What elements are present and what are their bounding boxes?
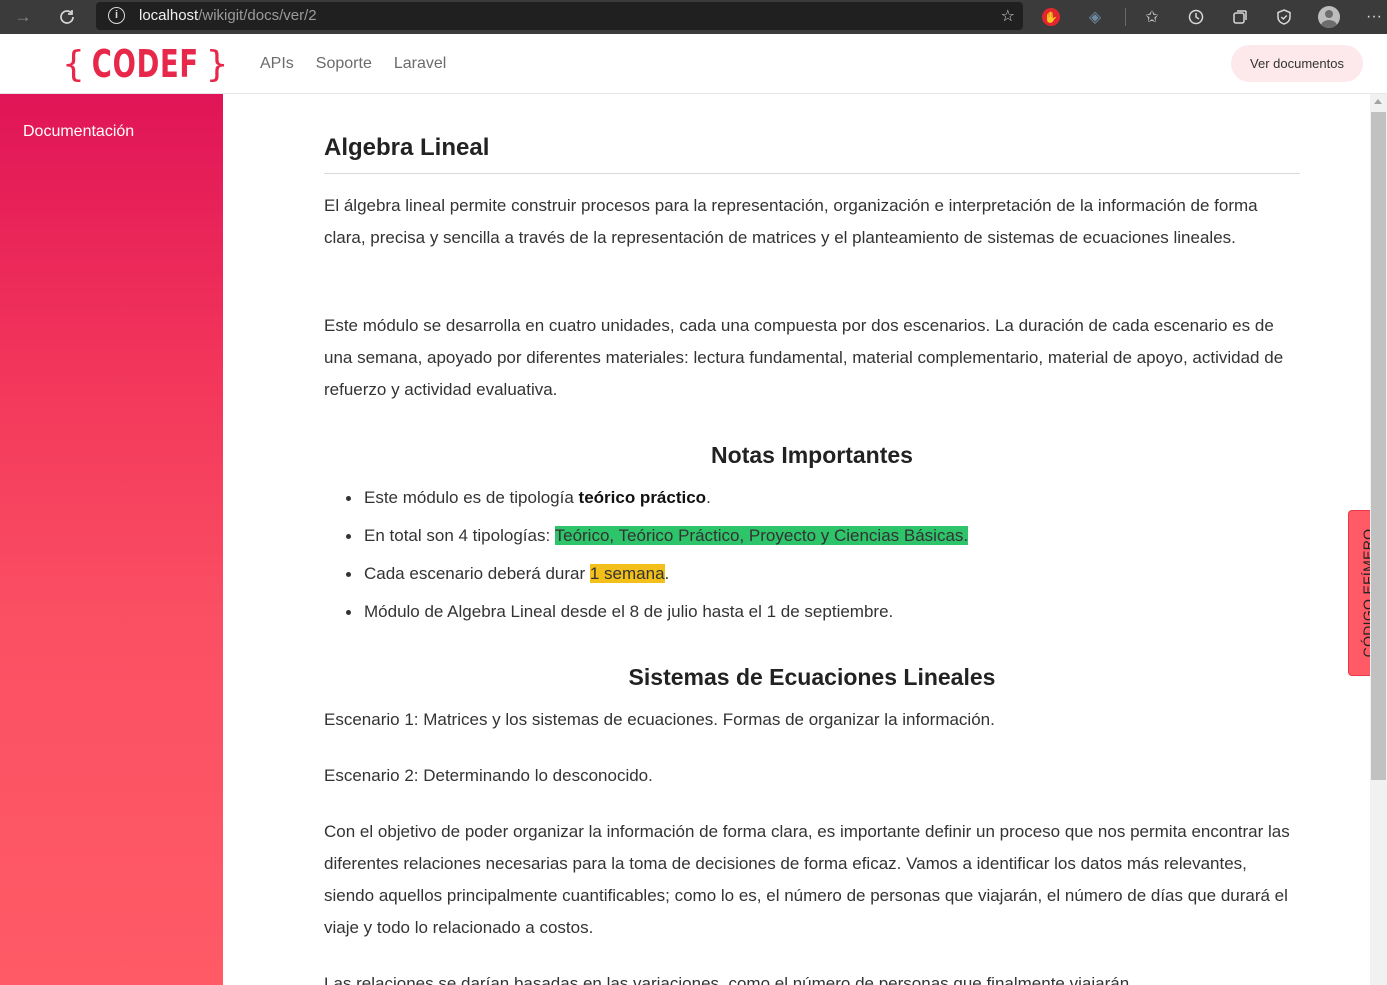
address-bar[interactable]: i localhost/wikigit/docs/ver/2 ☆ bbox=[96, 2, 1023, 30]
escenario-2: Escenario 2: Determinando lo desconocido… bbox=[324, 766, 653, 785]
sistemas-heading: Sistemas de Ecuaciones Lineales bbox=[628, 664, 996, 690]
list-item: Cada escenario deberá durar 1 semana. bbox=[345, 558, 968, 596]
page-scrollbar[interactable] bbox=[1370, 94, 1387, 985]
codef-logo[interactable]: { CODEF } bbox=[62, 38, 228, 90]
site-info-icon[interactable]: i bbox=[108, 7, 125, 24]
logo-text: CODEF bbox=[91, 42, 199, 86]
nav-apis[interactable]: APIs bbox=[260, 55, 294, 73]
logo-brace-right: } bbox=[205, 43, 229, 85]
nav-laravel[interactable]: Laravel bbox=[394, 55, 446, 73]
notas-heading: Notas Importantes bbox=[711, 442, 913, 468]
notas-list: Este módulo es de tipología teórico prác… bbox=[345, 482, 969, 634]
modulo-paragraph: Este módulo se desarrolla en cuatro unid… bbox=[324, 316, 1284, 399]
relaciones-paragraph: Las relaciones se darían basadas en las … bbox=[324, 974, 1130, 985]
list-item: En total son 4 tipologías: Teórico, Teór… bbox=[345, 520, 969, 558]
intro-paragraph: El álgebra lineal permite construir proc… bbox=[324, 196, 1258, 247]
note-text: Módulo de Algebra Lineal desde el 8 de j… bbox=[364, 602, 894, 621]
toolbar-divider bbox=[1125, 8, 1126, 26]
note-highlight-green: Teórico, Teórico Práctico, Proyecto y Ci… bbox=[554, 526, 969, 545]
browser-toolbar: → i localhost/wikigit/docs/ver/2 ☆ ✋ ◈ ✩… bbox=[0, 0, 1387, 34]
page-title: Algebra Lineal bbox=[324, 134, 490, 161]
collections-icon[interactable] bbox=[1226, 0, 1254, 34]
list-item: Este módulo es de tipología teórico prác… bbox=[345, 482, 968, 520]
logo-brace-left: { bbox=[62, 43, 85, 85]
sidebar: Documentación bbox=[0, 94, 223, 985]
note-text: Cada escenario deberá durar bbox=[364, 564, 590, 583]
browser-essentials-icon[interactable] bbox=[1270, 0, 1298, 34]
title-divider bbox=[324, 173, 1300, 174]
nav-soporte[interactable]: Soporte bbox=[316, 55, 372, 73]
extension-icon[interactable]: ◈ bbox=[1081, 0, 1109, 34]
profile-avatar-icon[interactable] bbox=[1315, 0, 1343, 34]
note-highlight-yellow: 1 semana bbox=[589, 564, 665, 583]
escenario-1: Escenario 1: Matrices y los sistemas de … bbox=[324, 710, 995, 729]
note-text: . bbox=[706, 488, 711, 507]
back-arrow-icon[interactable]: → bbox=[8, 0, 38, 34]
scrollbar-thumb[interactable] bbox=[1371, 112, 1386, 780]
url-path: /wikigit/docs/ver/2 bbox=[198, 7, 317, 24]
sidebar-item-documentacion[interactable]: Documentación bbox=[23, 123, 134, 141]
url-host: localhost bbox=[139, 7, 199, 24]
add-favorite-icon[interactable]: ☆ bbox=[1001, 6, 1015, 26]
ver-documentos-button[interactable]: Ver documentos bbox=[1231, 45, 1363, 82]
list-item: Módulo de Algebra Lineal desde el 8 de j… bbox=[345, 596, 968, 634]
extension-red-icon[interactable]: ✋ bbox=[1037, 0, 1065, 34]
objetivo-paragraph: Con el objetivo de poder organizar la in… bbox=[324, 822, 1290, 937]
note-bold: teórico práctico bbox=[578, 488, 707, 507]
note-text: Este módulo es de tipología bbox=[364, 488, 579, 507]
note-text: . bbox=[664, 564, 670, 583]
top-nav: APIs Soporte Laravel bbox=[260, 34, 468, 94]
url-text[interactable]: localhost/wikigit/docs/ver/2 bbox=[139, 7, 317, 24]
reload-icon[interactable] bbox=[52, 0, 82, 34]
more-menu-icon[interactable]: ··· bbox=[1360, 0, 1387, 34]
note-text: En total son 4 tipologías: bbox=[364, 526, 555, 545]
scroll-up-arrow-icon[interactable] bbox=[1374, 99, 1382, 104]
history-icon[interactable] bbox=[1182, 0, 1210, 34]
favorites-icon[interactable]: ✩ bbox=[1138, 0, 1166, 34]
site-header: { CODEF } APIs Soporte Laravel Ver docum… bbox=[0, 34, 1387, 94]
